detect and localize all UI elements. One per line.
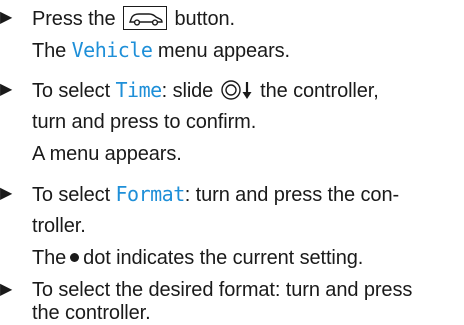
- step-3-text-after: : turn and press the con-: [184, 184, 400, 206]
- time-menu-label: Time: [115, 78, 162, 102]
- step-1-result-prefix: The: [32, 40, 72, 62]
- vehicle-button-icon: [123, 6, 168, 30]
- format-menu-label: Format: [115, 182, 185, 206]
- controller-slide-down-icon: [220, 79, 254, 107]
- step-2-text-before: To select: [32, 80, 116, 102]
- step-4-continuation: the controller.: [32, 302, 151, 324]
- step-2-continuation: turn and press to confirm.: [32, 111, 257, 133]
- bullet-arrow-icon: ▶: [0, 81, 13, 98]
- step-3-note-after: dot indicates the current setting.: [83, 247, 364, 269]
- bullet-arrow-icon: ▶: [0, 9, 13, 26]
- step-4-text: To select the desired format: turn and p…: [32, 279, 413, 301]
- step-1-text-before: Press the: [32, 8, 116, 30]
- step-3-note-before: The: [32, 247, 67, 269]
- vehicle-menu-label: Vehicle: [71, 38, 153, 62]
- instruction-document: ▶ Press the button. The Vehicle menu app…: [0, 0, 464, 324]
- step-2-result: A menu appears.: [32, 143, 182, 165]
- bullet-arrow-icon: ▶: [0, 281, 13, 298]
- step-3-text-before: To select: [32, 184, 116, 206]
- step-3-continuation: troller.: [32, 215, 86, 237]
- step-1-result-suffix: menu appears.: [152, 40, 290, 62]
- step-2-text-after: the controller,: [260, 80, 379, 102]
- step-2-text-mid: : slide: [161, 80, 219, 102]
- current-setting-dot-icon: [70, 253, 80, 262]
- bullet-arrow-icon: ▶: [0, 185, 13, 202]
- step-1-text-after: button.: [174, 8, 236, 30]
